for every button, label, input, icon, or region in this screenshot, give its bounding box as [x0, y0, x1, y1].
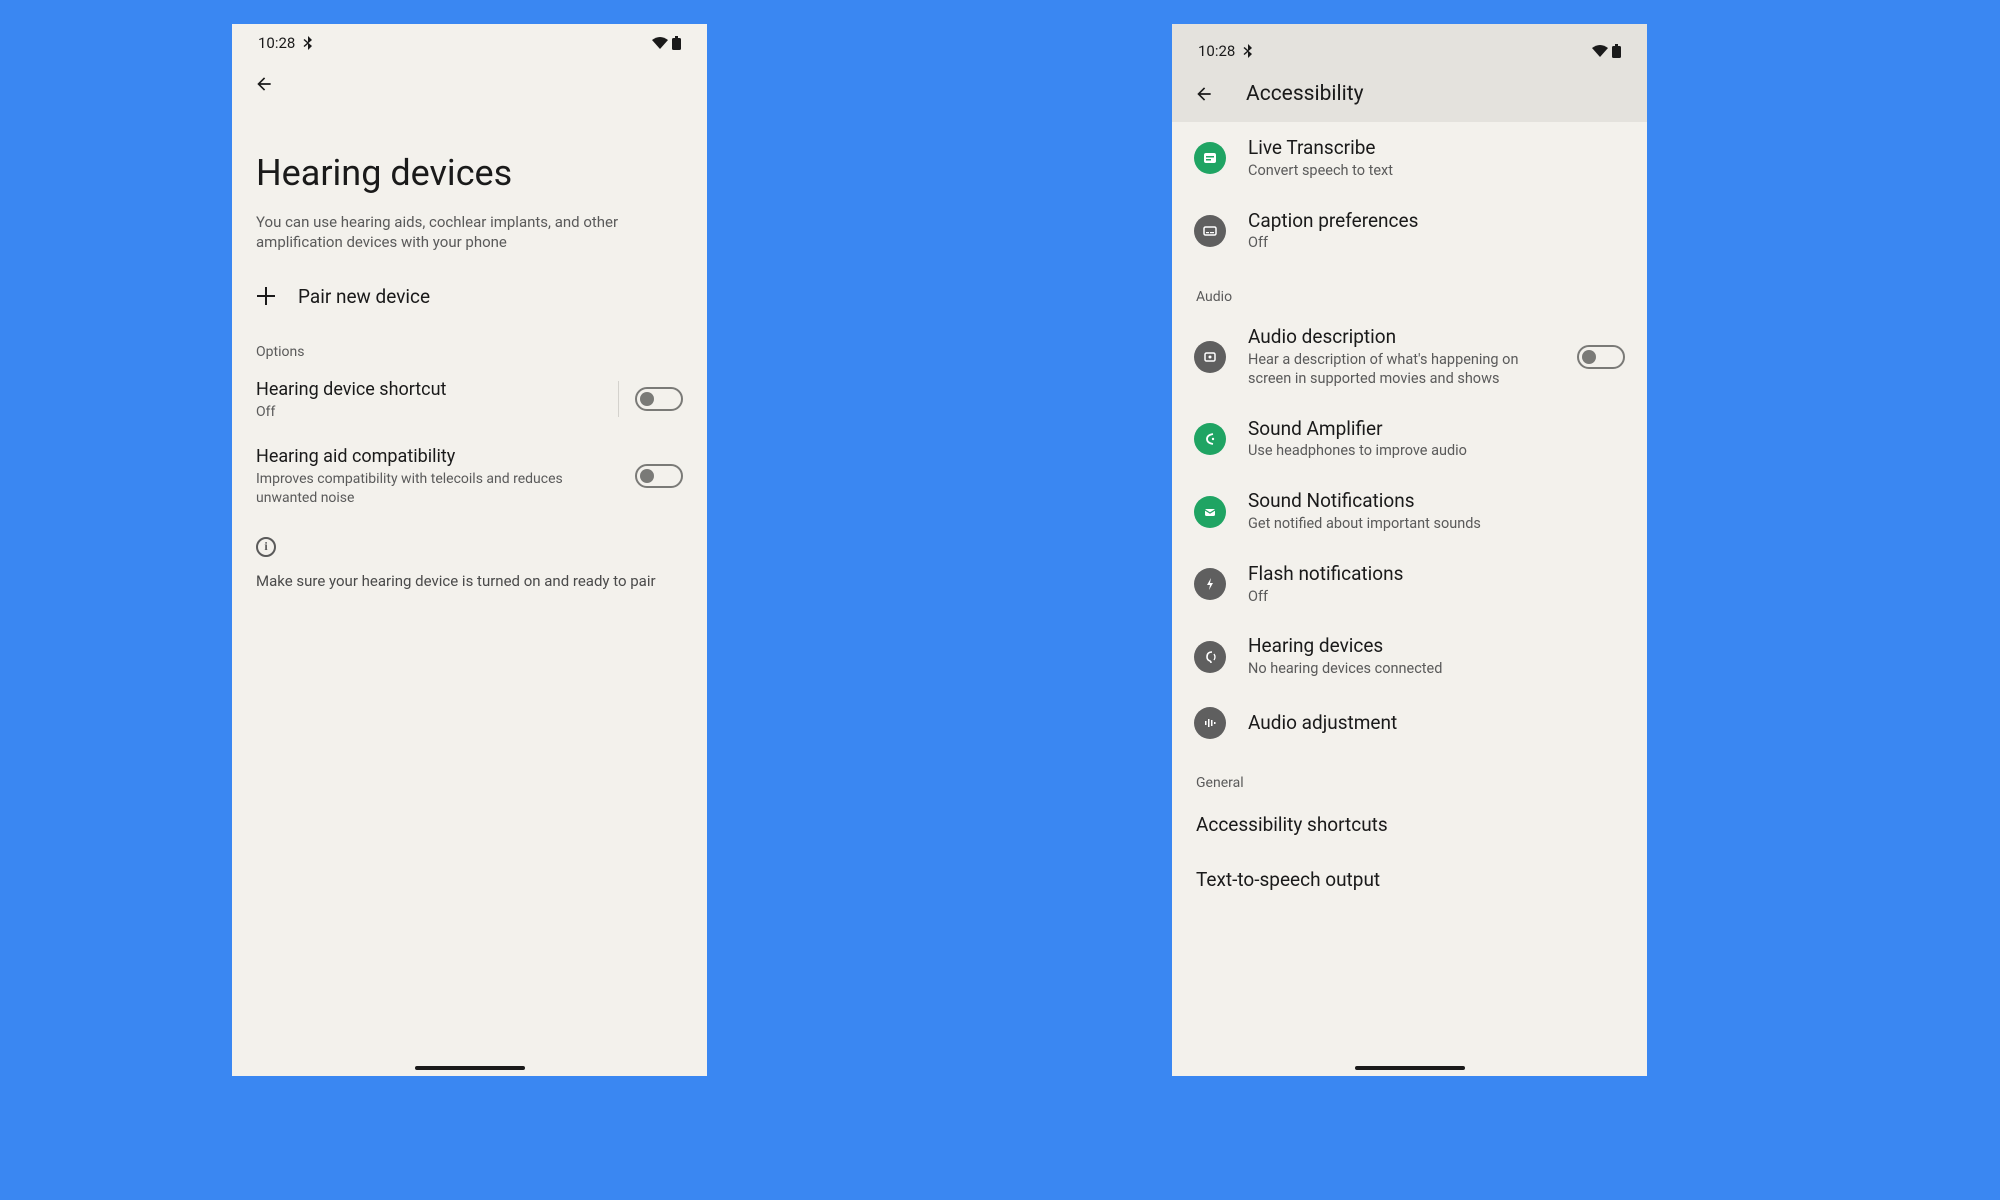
info-icon: i	[256, 537, 276, 557]
audio-adjustment-row[interactable]: Audio adjustment	[1172, 693, 1647, 753]
sound-amplifier-icon	[1194, 423, 1226, 455]
nav-bar-handle[interactable]	[1355, 1066, 1465, 1070]
caption-prefs-row[interactable]: Caption preferences Off	[1172, 195, 1647, 268]
sound-notifications-row[interactable]: Sound Notifications Get notified about i…	[1172, 475, 1647, 548]
hearing-devices-row[interactable]: Hearing devices No hearing devices conne…	[1172, 620, 1647, 693]
hearing-compat-row[interactable]: Hearing aid compatibility Improves compa…	[232, 433, 707, 519]
caption-prefs-sub: Off	[1248, 234, 1625, 253]
sound-amplifier-title: Sound Amplifier	[1248, 417, 1625, 441]
flash-notifications-title: Flash notifications	[1248, 562, 1625, 586]
audio-description-toggle[interactable]	[1577, 345, 1625, 369]
hearing-compat-toggle[interactable]	[635, 464, 683, 488]
page-subtitle: You can use hearing aids, cochlear impla…	[250, 212, 689, 271]
page-title: Hearing devices	[250, 98, 689, 212]
hearing-icon	[1194, 641, 1226, 673]
live-transcribe-sub: Convert speech to text	[1248, 162, 1625, 181]
bluetooth-icon	[1243, 44, 1253, 58]
audio-caption: Audio	[1172, 267, 1647, 311]
hearing-devices-title: Hearing devices	[1248, 634, 1625, 658]
sound-notifications-sub: Get notified about important sounds	[1248, 515, 1625, 534]
battery-icon	[672, 36, 681, 50]
sound-notifications-title: Sound Notifications	[1248, 489, 1625, 513]
info-text: Make sure your hearing device is turned …	[232, 557, 707, 591]
pair-new-device-row[interactable]: Pair new device	[232, 271, 707, 322]
audio-description-title: Audio description	[1248, 325, 1547, 349]
audio-description-icon	[1194, 341, 1226, 373]
wifi-icon	[1592, 45, 1608, 57]
general-caption: General	[1172, 753, 1647, 797]
nav-bar-handle[interactable]	[415, 1066, 525, 1070]
tts-output-row[interactable]: Text-to-speech output	[1172, 852, 1647, 907]
hearing-shortcut-toggle[interactable]	[635, 387, 683, 411]
accessibility-shortcuts-row[interactable]: Accessibility shortcuts	[1172, 797, 1647, 852]
caption-prefs-title: Caption preferences	[1248, 209, 1625, 233]
flash-notifications-row[interactable]: Flash notifications Off	[1172, 548, 1647, 621]
audio-description-row[interactable]: Audio description Hear a description of …	[1172, 311, 1647, 402]
back-button[interactable]	[1190, 80, 1218, 108]
status-time: 10:28	[258, 34, 295, 52]
sound-amplifier-sub: Use headphones to improve audio	[1248, 442, 1625, 461]
flash-icon	[1194, 568, 1226, 600]
wifi-icon	[652, 37, 668, 49]
options-caption: Options	[232, 322, 707, 366]
live-transcribe-title: Live Transcribe	[1248, 136, 1625, 160]
phone-hearing-devices: 10:28 Hearing devices You can use hearin…	[232, 24, 707, 1076]
caption-icon	[1194, 215, 1226, 247]
back-button[interactable]	[250, 70, 278, 98]
hearing-devices-sub: No hearing devices connected	[1248, 660, 1625, 679]
hearing-compat-title: Hearing aid compatibility	[256, 445, 619, 468]
battery-icon	[1612, 44, 1621, 58]
audio-adjustment-icon	[1194, 707, 1226, 739]
pair-new-device-label: Pair new device	[298, 285, 430, 308]
sound-amplifier-row[interactable]: Sound Amplifier Use headphones to improv…	[1172, 403, 1647, 476]
audio-adjustment-title: Audio adjustment	[1248, 711, 1625, 735]
status-bar: 10:28	[232, 24, 707, 62]
hearing-compat-sub: Improves compatibility with telecoils an…	[256, 470, 619, 506]
status-time: 10:28	[1198, 42, 1235, 60]
hearing-shortcut-sub: Off	[256, 403, 602, 421]
plus-icon	[256, 286, 276, 306]
status-bar: 10:28	[1190, 32, 1629, 70]
divider	[618, 381, 619, 417]
live-transcribe-row[interactable]: Live Transcribe Convert speech to text	[1172, 122, 1647, 195]
bluetooth-icon	[303, 36, 313, 50]
sound-notifications-icon	[1194, 496, 1226, 528]
live-transcribe-icon	[1194, 142, 1226, 174]
hearing-shortcut-row[interactable]: Hearing device shortcut Off	[232, 366, 707, 434]
hearing-shortcut-title: Hearing device shortcut	[256, 378, 602, 401]
header-title: Accessibility	[1246, 82, 1364, 106]
audio-description-sub: Hear a description of what's happening o…	[1248, 351, 1547, 389]
phone-accessibility: 10:28 Accessibility	[1172, 24, 1647, 1076]
flash-notifications-sub: Off	[1248, 588, 1625, 607]
